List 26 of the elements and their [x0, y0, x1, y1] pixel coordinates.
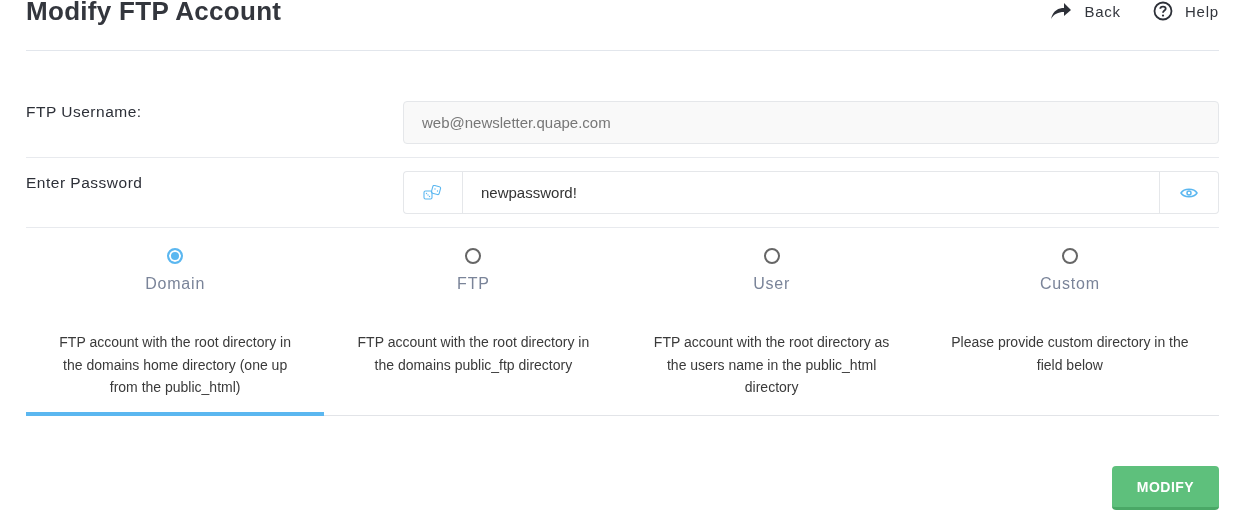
directory-option-tab[interactable]: FTP FTP account with the root directory in the domains public_ftp directory — [324, 228, 623, 416]
option-description: FTP account with the root directory as the users name in the public_html directory — [652, 333, 891, 397]
field-label: Enter Password — [26, 173, 144, 193]
option-description: FTP account with the root directory in the domains home directory (one up from the public_html) — [58, 333, 292, 397]
radio-button[interactable] — [763, 248, 780, 264]
radio-button[interactable] — [167, 248, 184, 264]
radio-button[interactable] — [465, 248, 482, 264]
option-label: Custom — [1039, 275, 1100, 293]
help-link[interactable]: Help — [1152, 1, 1219, 21]
option-description: FTP account with the root directory in the domains public_ftp directory — [356, 333, 591, 375]
help-icon — [1152, 1, 1173, 21]
option-label: User — [753, 275, 791, 293]
page-title: Modify FTP Account — [26, 0, 282, 27]
directory-option-tab[interactable]: User FTP account with the root directory as the users name in the public_html directory — [622, 228, 921, 416]
dice-icon — [423, 184, 443, 201]
forward-arrow-icon — [1050, 2, 1073, 20]
option-label: Domain — [145, 275, 206, 293]
password-field[interactable]: newpassword! — [462, 171, 1160, 214]
radio-button[interactable] — [1061, 248, 1078, 264]
directory-option-tab[interactable]: Custom Please provide custom directory in the field below — [920, 228, 1219, 416]
option-label: FTP — [457, 275, 490, 293]
back-link[interactable]: Back — [1050, 1, 1121, 21]
option-description: Please provide custom directory in the field below — [950, 333, 1190, 375]
field-label: FTP Username: — [26, 102, 143, 122]
directory-option-tab[interactable]: Domain FTP account with the root directory in the domains home directory (one up from the public_html) — [26, 228, 325, 416]
eye-icon — [1180, 186, 1198, 199]
